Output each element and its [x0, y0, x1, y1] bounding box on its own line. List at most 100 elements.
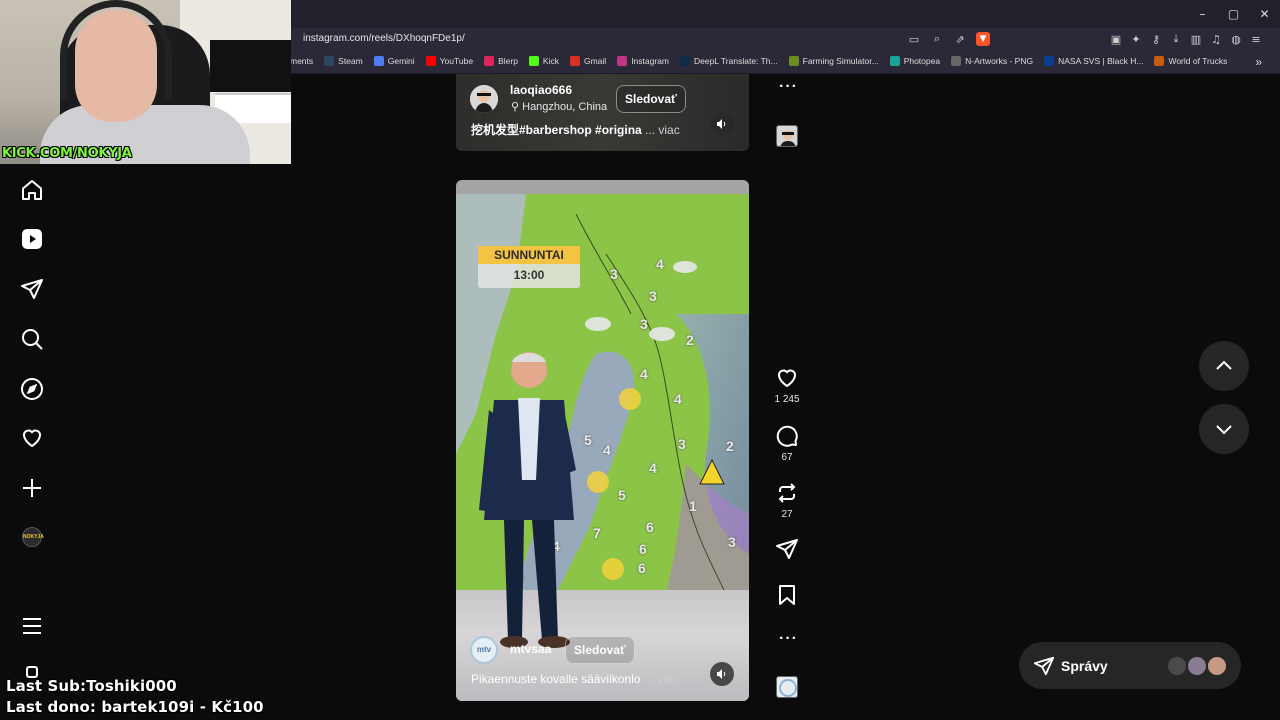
bookmark-item[interactable]: Steam — [324, 56, 363, 66]
bookmark-item[interactable]: DeepL Translate: Th... — [679, 56, 778, 66]
bookmark-label: N-Artworks - PNG — [965, 56, 1034, 66]
blerp-icon — [484, 56, 495, 66]
bookmark-item[interactable]: Photopea — [889, 56, 941, 66]
reel-username[interactable]: laoqiao666 — [510, 83, 572, 97]
screen: – ▢ ✕ instagram.com/reels/DXhoqnFDe1p/ ▭… — [0, 0, 1280, 720]
bookmark-label: Gemini — [387, 56, 415, 66]
temperature-label: 5 — [584, 432, 592, 448]
next-reel-button[interactable] — [1199, 404, 1249, 454]
bookmark-item[interactable]: Instagram — [617, 56, 669, 66]
trucks-icon — [1154, 56, 1165, 66]
temperature-label: 3 — [610, 266, 618, 282]
temperature-label: 4 — [649, 460, 657, 476]
trash-icon[interactable]: ▥ — [1189, 32, 1203, 46]
follow-button[interactable]: Sledovať — [565, 636, 635, 664]
reel-caption[interactable]: 挖机发型#barbershop #origina ... viac — [471, 121, 680, 138]
steam-icon — [324, 56, 335, 66]
repost-button[interactable]: 27 — [767, 481, 807, 520]
headset — [60, 0, 172, 100]
bookmark-item[interactable]: Gemini — [373, 56, 415, 66]
bookmark-label: Instagram — [631, 56, 669, 66]
explore-icon[interactable] — [20, 377, 44, 401]
music-icon[interactable]: ♫ — [1209, 32, 1223, 46]
share-icon[interactable]: ⇗ — [953, 32, 967, 46]
caption-more-link[interactable]: ... viac — [644, 672, 679, 686]
bookmark-label: DeepL Translate: Th... — [693, 56, 778, 66]
comment-count: 67 — [781, 452, 793, 463]
bookmark-item[interactable]: YouTube — [425, 56, 473, 66]
send-icon — [776, 539, 798, 559]
mute-button[interactable] — [710, 112, 734, 136]
messages-label: Správy — [1061, 658, 1108, 674]
bookmarks-overflow-button[interactable]: » — [1255, 55, 1262, 69]
reel-author-avatar[interactable] — [470, 85, 498, 113]
bookmark-label: Photopea — [903, 56, 941, 66]
reel-previous[interactable]: laoqiao666 ⚲ Hangzhou, China Sledovať 挖机… — [456, 74, 749, 151]
avatar — [1186, 655, 1208, 677]
bookmark-item[interactable]: ments — [290, 56, 313, 66]
temperature-label: 2 — [686, 332, 694, 348]
reel-author-avatar[interactable]: mtv — [470, 636, 498, 664]
close-button[interactable]: ✕ — [1249, 0, 1280, 28]
puzzle-icon[interactable]: ✦ — [1129, 32, 1143, 46]
temperature-label: 4 — [674, 391, 682, 407]
create-icon[interactable] — [20, 476, 44, 500]
bookmark-item[interactable]: N-Artworks - PNG — [951, 56, 1033, 66]
more-options-icon[interactable]: ··· — [779, 630, 798, 648]
temperature-label: 6 — [639, 541, 647, 557]
download-icon[interactable]: ⤓ — [1169, 32, 1183, 46]
more-options-icon[interactable]: ··· — [779, 78, 798, 96]
share-button[interactable] — [767, 537, 807, 561]
bookmark-item[interactable]: NASA SVS | Black H... — [1044, 56, 1143, 66]
temperature-label: 7 — [593, 525, 601, 541]
window-controls: – ▢ ✕ — [1187, 0, 1280, 28]
reel-current[interactable]: SUNNUNTAI 13:00 34332445432457664631533 … — [456, 180, 749, 701]
reels-icon[interactable] — [20, 227, 44, 251]
zoom-icon[interactable]: ⌕ — [930, 32, 944, 46]
last-sub-label: Last Sub:Toshiki000 — [6, 677, 177, 695]
follow-button[interactable]: Sledovať — [616, 85, 686, 113]
wallet-icon[interactable]: ◍ — [1229, 32, 1243, 46]
search-icon[interactable] — [20, 327, 44, 351]
bookmark-item[interactable]: Gmail — [569, 56, 606, 66]
temperature-label: 2 — [726, 438, 734, 454]
bookmark-label: NASA SVS | Black H... — [1058, 56, 1144, 66]
bookmark-item[interactable]: Blerp — [484, 56, 518, 66]
heart-icon[interactable] — [20, 426, 44, 450]
temperature-label: 6 — [638, 560, 646, 576]
save-button[interactable] — [767, 583, 807, 607]
avatar — [1206, 655, 1228, 677]
key-icon[interactable]: ⚷ — [1149, 32, 1163, 46]
comment-icon — [776, 425, 798, 447]
bookmark-item[interactable]: World of Trucks — [1154, 56, 1227, 66]
chevron-down-icon — [1216, 425, 1232, 435]
hamburger-menu-icon[interactable] — [20, 614, 44, 638]
heart-icon — [778, 369, 796, 387]
extension-icon[interactable]: ▣ — [1109, 32, 1123, 46]
url-field[interactable]: instagram.com/reels/DXhoqnFDe1p/ — [303, 33, 465, 44]
like-button[interactable]: 1 245 — [767, 366, 807, 405]
comment-button[interactable]: 67 — [767, 424, 807, 463]
bookmark-item[interactable]: Kick — [528, 56, 559, 66]
cast-icon[interactable]: ▭ — [907, 32, 921, 46]
audio-thumbnail[interactable] — [776, 676, 798, 698]
maximize-button[interactable]: ▢ — [1218, 0, 1249, 28]
bookmark-item[interactable]: Farming Simulator... — [788, 56, 879, 66]
reel-caption[interactable]: Pikaennuste kovalle sääviikonlo ... viac — [471, 672, 678, 686]
mute-button[interactable] — [710, 662, 734, 686]
send-icon[interactable] — [20, 277, 44, 301]
home-icon[interactable] — [20, 178, 44, 202]
audio-thumbnail[interactable] — [776, 125, 798, 147]
webcam-overlay: KICK.COM/NOKYJA — [0, 0, 291, 164]
reel-location[interactable]: ⚲ Hangzhou, China — [511, 100, 607, 113]
youtube-icon — [425, 56, 436, 66]
caption-more-link[interactable]: ... viac — [645, 123, 680, 137]
weather-presenter — [479, 352, 576, 648]
previous-reel-button[interactable] — [1199, 341, 1249, 391]
minimize-button[interactable]: – — [1187, 0, 1218, 28]
menu-icon[interactable]: ≡ — [1249, 32, 1263, 46]
reel-username[interactable]: mtvsaa — [510, 642, 551, 656]
brave-shield-icon[interactable]: ▼ — [976, 32, 990, 46]
profile-avatar[interactable]: NOKYJA — [22, 527, 44, 547]
messages-button[interactable]: Správy — [1019, 642, 1241, 689]
